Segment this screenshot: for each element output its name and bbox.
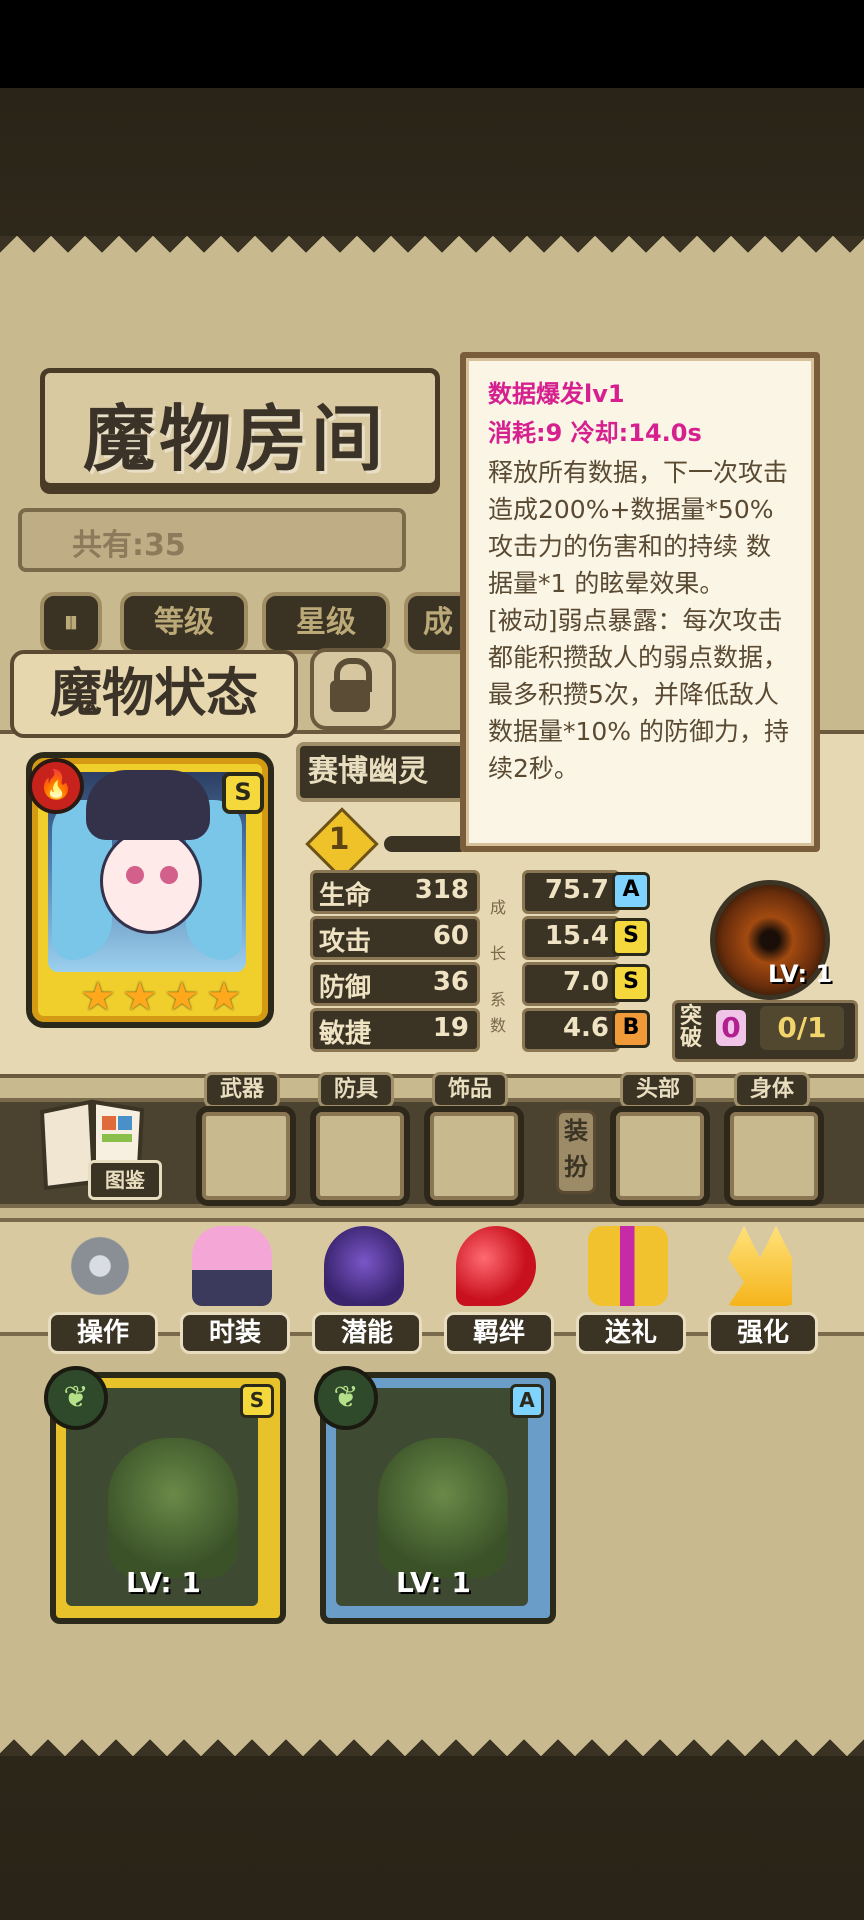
fashion-button[interactable]: 时装	[180, 1226, 290, 1354]
fire-element-icon: 🔥	[28, 758, 84, 814]
card-level: LV: 1	[396, 1566, 471, 1599]
growth-value: 7.0	[562, 967, 609, 997]
slot-label-accessory: 饰品	[432, 1072, 508, 1108]
filter-level-button[interactable]: 等级	[120, 592, 248, 654]
skill-tooltip: 数据爆发lv1 消耗:9 冷却:14.0s 释放所有数据，下一次攻击造成200%…	[460, 352, 820, 852]
stat-label: 防御	[319, 973, 372, 1003]
bond-button[interactable]: 羁绊	[444, 1226, 554, 1354]
portrait-eye-right	[160, 866, 178, 884]
top-border-decoration	[0, 236, 864, 270]
growth-hp: 75.7	[522, 870, 620, 914]
stat-value: 19	[432, 1013, 469, 1043]
growth-defense: 7.0	[522, 962, 620, 1006]
breakthrough-label: 突破	[680, 1004, 703, 1051]
stat-label: 敏捷	[319, 1019, 372, 1049]
stat-value: 60	[432, 921, 469, 951]
portrait-headgear	[86, 770, 210, 840]
codex-label: 图鉴	[88, 1160, 162, 1200]
grade-badge-hp: A	[612, 872, 650, 910]
tooltip-title: 数据爆发lv1	[488, 380, 625, 408]
growth-value: 75.7	[544, 875, 609, 905]
grade-badge-agility: B	[612, 1010, 650, 1048]
arrows-up-icon	[728, 1226, 792, 1306]
equip-slot-body[interactable]	[724, 1106, 824, 1206]
breakthrough-progress: 0/1	[760, 1006, 844, 1050]
growth-value: 4.6	[562, 1013, 609, 1043]
filter-star-button[interactable]: 星级	[262, 592, 390, 654]
gift-icon	[588, 1226, 668, 1306]
stat-label: 生命	[319, 881, 372, 911]
rank-badge: S	[222, 772, 264, 814]
tooltip-cost: 消耗:9 冷却:14.0s	[488, 419, 702, 447]
monster-name: 赛博幽灵	[296, 742, 482, 802]
star-icon: ★	[122, 974, 158, 1020]
stat-attack: 攻击 60	[310, 916, 480, 960]
action-label: 强化	[708, 1312, 818, 1354]
bottom-border-decoration	[0, 1722, 864, 1756]
growth-agility: 4.6	[522, 1008, 620, 1052]
hearts-icon	[456, 1226, 536, 1306]
action-label: 时装	[180, 1312, 290, 1354]
card-level: LV: 1	[126, 1566, 201, 1599]
stat-defense: 防御 36	[310, 962, 480, 1006]
outfit-icon	[192, 1226, 272, 1306]
equip-slot-armor[interactable]	[310, 1106, 410, 1206]
stat-agility: 敏捷 19	[310, 1008, 480, 1052]
stat-hp: 生命 318	[310, 870, 480, 914]
potential-button[interactable]: 潜能	[312, 1226, 422, 1354]
equip-slot-weapon[interactable]	[196, 1106, 296, 1206]
grass-element-icon: ❦	[44, 1366, 108, 1430]
star-icon: ★	[164, 974, 200, 1020]
growth-attack: 15.4	[522, 916, 620, 960]
growth-caption-char: 长	[490, 944, 507, 963]
monster-count: 共有:35	[72, 528, 186, 563]
action-label: 操作	[48, 1312, 158, 1354]
tooltip-body: 释放所有数据，下一次攻击造成200%+数据量*50%攻击力的伤害和的持续 数据量…	[488, 458, 790, 783]
breakthrough-count: 0	[716, 1010, 746, 1046]
gift-button[interactable]: 送礼	[576, 1226, 686, 1354]
operate-button[interactable]: 操作	[48, 1226, 158, 1354]
portrait-eye-left	[126, 866, 144, 884]
sort-toggle-button[interactable]: ⏸	[40, 592, 102, 654]
growth-caption-char: 数	[490, 1016, 507, 1035]
skill-orb-level: LV: 1	[768, 960, 833, 988]
equip-slot-head[interactable]	[610, 1106, 710, 1206]
card-rank-badge: S	[240, 1384, 274, 1418]
slot-label-weapon: 武器	[204, 1072, 280, 1108]
card-rank-badge: A	[510, 1384, 544, 1418]
action-label: 羁绊	[444, 1312, 554, 1354]
monster-card[interactable]: ❦ A LV: 1	[314, 1366, 556, 1624]
monster-card[interactable]: ❦ S LV: 1	[44, 1366, 286, 1624]
exp-bar	[384, 836, 468, 852]
slot-label-body: 身体	[734, 1072, 810, 1108]
star-icon: ★	[206, 974, 242, 1020]
action-label: 送礼	[576, 1312, 686, 1354]
action-label: 潜能	[312, 1312, 422, 1354]
growth-caption-char: 成	[490, 898, 507, 917]
stat-value: 36	[432, 967, 469, 997]
portrait-face	[100, 828, 202, 934]
slot-label-head: 头部	[620, 1072, 696, 1108]
stat-value: 318	[414, 875, 469, 905]
grade-badge-attack: S	[612, 918, 650, 956]
equip-slot-accessory[interactable]	[424, 1106, 524, 1206]
growth-value: 15.4	[544, 921, 609, 951]
dress-up-label: 装扮	[556, 1110, 596, 1194]
monster-sprite	[378, 1438, 508, 1578]
page-title: 魔物房间	[82, 397, 387, 481]
demon-icon	[324, 1226, 404, 1306]
growth-caption-char: 系	[490, 990, 507, 1009]
gear-icon	[60, 1226, 140, 1306]
monster-sprite	[108, 1438, 238, 1578]
slot-label-armor: 防具	[318, 1072, 394, 1108]
stat-label: 攻击	[319, 927, 372, 957]
star-icon: ★	[80, 974, 116, 1020]
grass-element-icon: ❦	[314, 1366, 378, 1430]
enhance-button[interactable]: 强化	[708, 1226, 818, 1354]
level-number: 1	[328, 822, 350, 857]
grade-badge-defense: S	[612, 964, 650, 1002]
status-title: 魔物状态	[10, 650, 298, 738]
lock-icon-body	[330, 680, 370, 712]
